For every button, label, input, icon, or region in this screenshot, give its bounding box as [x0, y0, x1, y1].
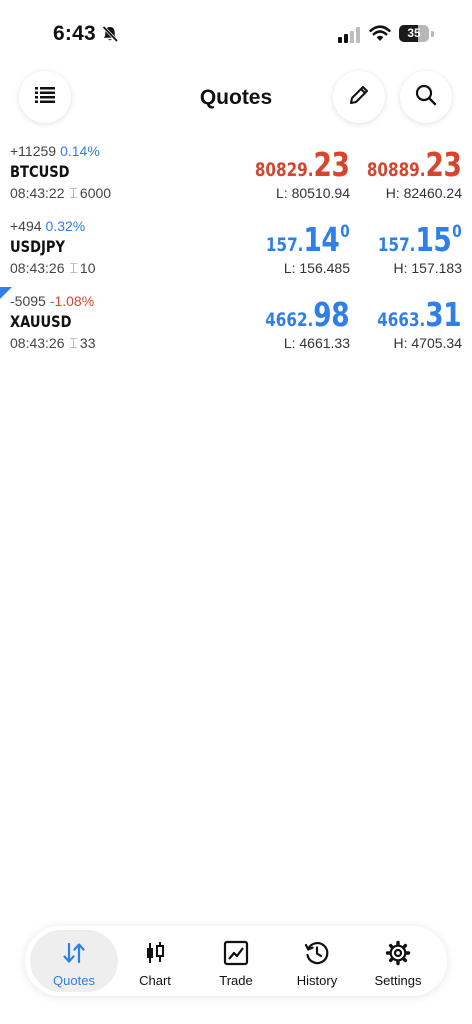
ask-price: 4663.31	[377, 295, 462, 334]
tab-settings[interactable]: Settings	[358, 930, 438, 992]
search-button[interactable]	[400, 71, 452, 123]
spread-value: 6000	[79, 185, 112, 201]
change-percent: 0.32%	[45, 218, 86, 234]
quote-row-btcusd[interactable]: +11259 0.14% BTCUSD 08:43:22 ⌶ 6000 80829.2…	[0, 143, 472, 218]
history-clock-icon	[277, 940, 357, 966]
tab-label: History	[296, 973, 338, 988]
quote-row-xauusd[interactable]: -5095 -1.08% XAUUSD 08:43:26 ⌶ 33 4662.98 4…	[0, 293, 472, 368]
bid-price: 4662.98	[265, 295, 350, 334]
spread-icon: ⌶	[69, 260, 78, 276]
bell-muted-icon	[101, 25, 119, 48]
status-time: 6:43	[53, 22, 96, 45]
edit-button[interactable]	[333, 71, 385, 123]
battery-level: 35	[407, 26, 421, 40]
quote-time: 08:43:22	[10, 185, 65, 201]
high-price: H: 4705.34	[393, 335, 463, 351]
tab-label: Quotes	[53, 973, 95, 988]
tab-trade[interactable]: Trade	[196, 930, 276, 992]
high-price: H: 157.183	[393, 260, 463, 276]
ask-price: 157.150	[378, 220, 462, 259]
tab-label: Trade	[219, 973, 253, 988]
low-price: L: 80510.94	[276, 185, 350, 201]
ask-price: 80889.23	[366, 145, 462, 184]
cellular-signal-icon	[338, 27, 362, 48]
tab-quotes[interactable]: Quotes	[30, 930, 118, 992]
high-price: H: 82460.24	[385, 185, 462, 201]
low-price: L: 4661.33	[283, 335, 350, 351]
change-points: +494	[10, 218, 42, 234]
change-percent: 0.14%	[60, 143, 100, 159]
symbol-name: BTCUSD	[10, 162, 70, 181]
bid-price: 80829.23	[254, 145, 350, 184]
symbol-name: XAUUSD	[10, 312, 72, 331]
tab-history[interactable]: History	[277, 930, 357, 992]
battery-icon: 35	[399, 25, 429, 42]
tab-chart[interactable]: Chart	[115, 930, 195, 992]
gear-icon	[358, 940, 438, 966]
quote-row-usdjpy[interactable]: +494 0.32% USDJPY 08:43:26 ⌶ 10 157.140 157…	[0, 218, 472, 293]
change-points: -5095	[10, 293, 46, 309]
tab-label: Settings	[374, 973, 422, 988]
quote-time: 08:43:26	[10, 260, 65, 276]
bottom-tab-bar: Quotes Chart Trade History Settings	[25, 926, 447, 996]
bid-price: 157.140	[266, 220, 350, 259]
symbol-name: USDJPY	[10, 237, 65, 256]
change-percent: -1.08%	[49, 293, 95, 309]
low-price: L: 156.485	[283, 260, 350, 276]
quote-time: 08:43:26	[10, 335, 65, 351]
search-icon	[414, 83, 438, 112]
quotes-arrows-icon	[30, 940, 118, 966]
candlestick-icon	[115, 940, 195, 966]
spread-icon: ⌶	[69, 185, 78, 201]
tab-label: Chart	[139, 973, 171, 988]
change-points: +11259	[10, 143, 57, 159]
status-bar: 6:43 35	[0, 0, 472, 62]
spread-value: 33	[79, 335, 96, 351]
spread-icon: ⌶	[69, 335, 78, 351]
spread-value: 10	[79, 260, 96, 276]
wifi-icon	[369, 24, 391, 47]
pencil-icon	[347, 83, 371, 112]
trade-chart-icon	[196, 940, 276, 966]
